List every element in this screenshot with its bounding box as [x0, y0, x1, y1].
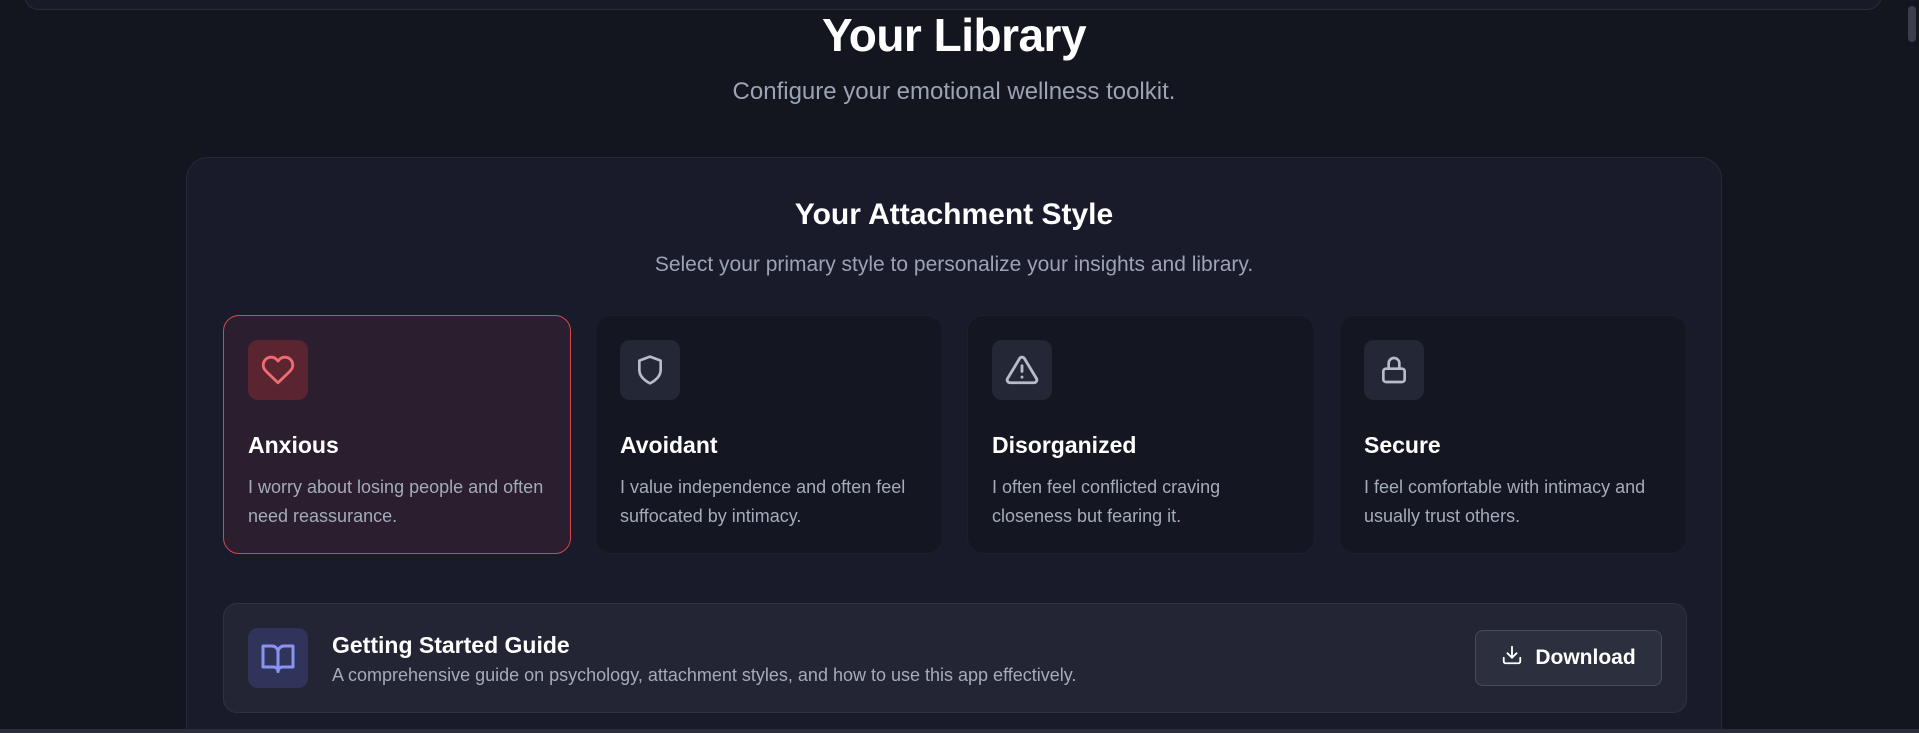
shield-icon [620, 340, 680, 400]
scrollbar-thumb[interactable] [1908, 6, 1916, 42]
heart-icon [248, 340, 308, 400]
book-icon [248, 628, 308, 688]
style-card-title: Avoidant [620, 432, 718, 458]
download-button[interactable]: Download [1475, 630, 1662, 686]
section-title: Your Attachment Style [794, 198, 1114, 231]
style-card-description: I worry about losing people and often ne… [248, 477, 544, 526]
style-card-description: I feel comfortable with intimacy and usu… [1364, 477, 1646, 526]
download-icon [1501, 644, 1523, 672]
style-card-avoidant[interactable]: Avoidant I value independence and often … [595, 315, 943, 554]
guide-title: Getting Started Guide [332, 632, 570, 658]
style-card-secure[interactable]: Secure I feel comfortable with intimacy … [1339, 315, 1687, 554]
attachment-style-panel: Your Attachment Style Select your primar… [186, 157, 1722, 733]
style-card-title: Anxious [248, 432, 339, 458]
page-subtitle: Configure your emotional wellness toolki… [732, 78, 1176, 105]
getting-started-guide: Getting Started Guide A comprehensive gu… [223, 603, 1687, 713]
style-card-disorganized[interactable]: Disorganized I often feel conflicted cra… [967, 315, 1315, 554]
page-title: Your Library [821, 9, 1087, 61]
guide-description: A comprehensive guide on psychology, att… [332, 665, 1077, 685]
vertical-scrollbar[interactable] [1905, 0, 1919, 733]
attachment-style-options: Anxious I worry about losing people and … [223, 315, 1687, 554]
download-button-label: Download [1535, 646, 1636, 669]
warning-triangle-icon [992, 340, 1052, 400]
style-card-title: Secure [1364, 432, 1441, 458]
section-subtitle: Select your primary style to personalize… [654, 253, 1254, 276]
bottom-divider [0, 729, 1919, 733]
style-card-description: I often feel conflicted craving closenes… [992, 477, 1221, 526]
lock-icon [1364, 340, 1424, 400]
style-card-description: I value independence and often feel suff… [620, 477, 906, 526]
style-card-anxious[interactable]: Anxious I worry about losing people and … [223, 315, 571, 554]
style-card-title: Disorganized [992, 432, 1137, 458]
